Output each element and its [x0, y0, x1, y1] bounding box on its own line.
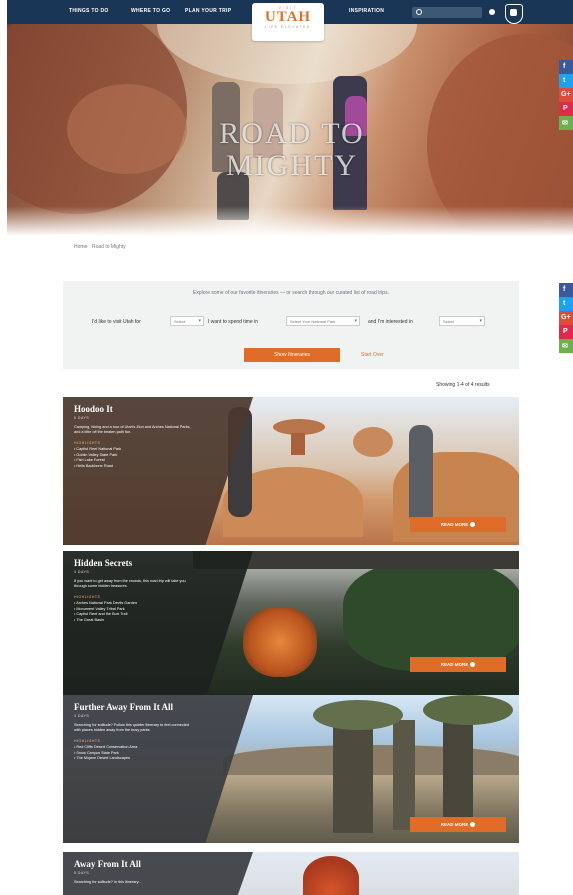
email-share-icon[interactable]: ✉	[559, 116, 573, 130]
card-title[interactable]: Hoodoo It	[74, 405, 194, 414]
twitter-share-icon[interactable]: t	[559, 74, 573, 88]
card-info-panel: Away From It All 5 DAYS Searching for so…	[63, 852, 253, 895]
itinerary-card[interactable]: Hoodoo It 5 DAYS Camping, hiking and a t…	[63, 397, 519, 545]
list-item: The Great Basin	[74, 618, 253, 624]
shield-icon[interactable]	[505, 4, 523, 24]
card-highlights-list: Capitol Reef National Park Goblin Valley…	[74, 447, 253, 469]
breadcrumb-current: Road to Mighty	[92, 244, 126, 250]
show-itineraries-button[interactable]: Show Itineraries	[244, 348, 340, 362]
hero-title: ROAD TO MIGHTY	[219, 117, 365, 182]
card-highlights-list: Red Cliffs Desert Conservation Area Snow…	[74, 745, 253, 762]
filter-label-duration: I'd like to visit Utah for	[92, 319, 141, 325]
itinerary-card[interactable]: Hidden Secrets 4 DAYS If you want to get…	[63, 551, 519, 699]
googleplus-share-icon[interactable]: G+	[559, 88, 573, 102]
card-duration: 4 DAYS	[74, 570, 90, 574]
arrow-circle-icon	[470, 822, 476, 827]
card-title[interactable]: Further Away From It All	[74, 703, 194, 712]
card-highlights-label: HIGHLIGHTS	[74, 595, 101, 599]
visit-utah-logo[interactable]: VISIT UTAH LIFE ELEVATED	[252, 3, 324, 41]
pinterest-share-icon[interactable]: P	[559, 325, 573, 339]
itinerary-filter-panel: Explore some of our favorite itineraries…	[63, 281, 519, 369]
read-more-button[interactable]: READ MORE	[410, 657, 506, 672]
card-highlights-list: Arches National Park Devils Garden Monum…	[74, 601, 253, 623]
list-item: The Mojave Desert Landscapes	[74, 756, 253, 762]
card-highlights-label: HIGHLIGHTS	[74, 441, 101, 445]
googleplus-share-icon[interactable]: G+	[559, 311, 573, 325]
hero-image: ROAD TO MIGHTY	[7, 24, 573, 236]
nav-things-to-do[interactable]: THINGS TO DO	[69, 8, 109, 14]
email-share-icon[interactable]: ✉	[559, 339, 573, 353]
card-duration: 5 DAYS	[74, 416, 90, 420]
filter-label-park: I want to spend time in	[208, 319, 259, 325]
card-description: Searching for solitude? In this itinerar…	[74, 880, 142, 884]
park-select[interactable]: Select Your National Park	[286, 316, 360, 326]
results-count: Showing 1-4 of 4 results	[436, 382, 490, 388]
list-item: Hells Backbone Road	[74, 464, 253, 470]
duration-select[interactable]: Select	[170, 316, 204, 326]
user-icon[interactable]	[489, 9, 495, 15]
facebook-share-icon[interactable]: f	[559, 283, 573, 297]
pinterest-share-icon[interactable]: P	[559, 102, 573, 116]
card-title[interactable]: Hidden Secrets	[74, 559, 194, 568]
breadcrumb-separator: ›	[86, 244, 88, 250]
facebook-share-icon[interactable]: f	[559, 60, 573, 74]
card-highlights-label: HIGHLIGHTS	[74, 739, 101, 743]
start-over-link[interactable]: Start Over	[361, 352, 384, 358]
read-more-button[interactable]: READ MORE	[410, 517, 506, 532]
search-icon	[416, 9, 422, 15]
itinerary-card[interactable]: Further Away From It All 4 DAYS Searchin…	[63, 695, 519, 843]
filter-label-interest: and I'm interested in	[368, 319, 413, 325]
nav-inspiration[interactable]: INSPIRATION	[349, 8, 384, 14]
nav-where-to-go[interactable]: WHERE TO GO	[131, 8, 170, 14]
logo-main-text: UTAH	[264, 9, 312, 25]
card-title[interactable]: Away From It All	[74, 860, 194, 869]
twitter-share-icon[interactable]: t	[559, 297, 573, 311]
card-description: Searching for solitude? Follow this quie…	[74, 723, 190, 732]
arrow-circle-icon	[470, 662, 476, 667]
arrow-circle-icon	[470, 522, 476, 527]
interest-select[interactable]: Select	[439, 316, 485, 326]
logo-bottom-text: LIFE ELEVATED	[265, 25, 311, 29]
card-duration: 5 DAYS	[74, 871, 90, 875]
search-input[interactable]	[412, 7, 482, 18]
card-description: If you want to get away from the crowds,…	[74, 579, 186, 588]
card-duration: 4 DAYS	[74, 714, 90, 718]
read-more-button[interactable]: READ MORE	[410, 817, 506, 832]
itinerary-card[interactable]: Away From It All 5 DAYS Searching for so…	[63, 852, 519, 895]
nav-plan-your-trip[interactable]: PLAN YOUR TRIP	[185, 8, 231, 14]
filter-intro-text: Explore some of our favorite itineraries…	[193, 290, 389, 296]
card-description: Camping, hiking and a tour of Utah's Zio…	[74, 425, 191, 434]
